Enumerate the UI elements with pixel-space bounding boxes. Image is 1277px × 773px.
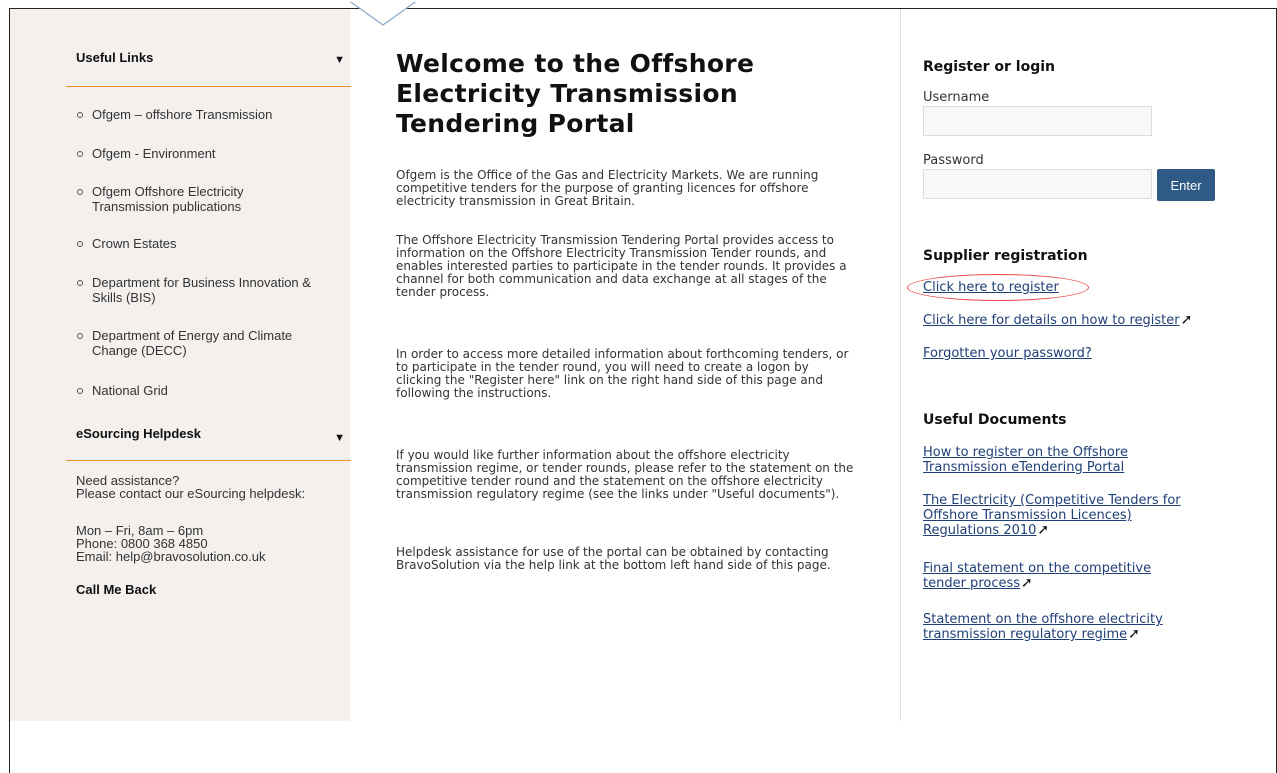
intro-paragraph-3: In order to access more detailed informa… (396, 347, 849, 400)
helpdesk-intro: Need assistance? Please contact our eSou… (76, 473, 306, 501)
password-input[interactable] (923, 169, 1152, 199)
link-ofgem-offshore[interactable]: Ofgem – offshore Transmission (76, 107, 362, 122)
link-ofgem-publications[interactable]: Ofgem Offshore Electricity Transmission p… (76, 184, 362, 214)
external-link-icon: ➚ (1180, 312, 1193, 328)
helpdesk-contact: Mon – Fri, 8am – 6pm Phone: 0800 368 485… (76, 523, 266, 564)
page-title: Welcome to the Offshore Electricity Tran… (396, 49, 755, 138)
intro-paragraph-1: Ofgem is the Office of the Gas and Elect… (396, 168, 819, 208)
column-divider (900, 9, 901, 721)
intro-paragraph-5: Helpdesk assistance for use of the porta… (396, 545, 831, 572)
helpdesk-heading[interactable]: eSourcing Helpdesk ▼ (66, 424, 351, 461)
doc-regulatory-regime-link[interactable]: Statement on the offshore electricity tr… (923, 612, 1163, 642)
doc-how-to-register-link[interactable]: How to register on the Offshore Transmis… (923, 445, 1128, 475)
link-decc[interactable]: Department of Energy and Climate Change (… (76, 328, 362, 358)
chevron-down-icon[interactable]: ▼ (334, 54, 345, 66)
login-heading: Register or login (923, 59, 1055, 75)
intro-paragraph-4: If you would like further information ab… (396, 448, 854, 501)
username-input[interactable] (923, 106, 1152, 136)
register-details-link[interactable]: Click here for details on how to registe… (923, 312, 1193, 329)
doc-final-statement-link[interactable]: Final statement on the competitive tende… (923, 561, 1151, 591)
doc-regulations-link[interactable]: The Electricity (Competitive Tenders for… (923, 493, 1181, 538)
register-link[interactable]: Click here to register (923, 280, 1059, 295)
forgot-password-link[interactable]: Forgotten your password? (923, 346, 1092, 361)
external-link-icon: ➚ (1037, 522, 1050, 538)
intro-paragraph-2: The Offshore Electricity Transmission Te… (396, 233, 847, 299)
call-me-back-link[interactable]: Call Me Back (76, 582, 156, 597)
useful-links-label: Useful Links (76, 50, 154, 65)
username-label: Username (923, 90, 990, 105)
chevron-down-icon[interactable]: ▼ (334, 432, 345, 444)
link-ofgem-environment[interactable]: Ofgem - Environment (76, 146, 362, 161)
password-label: Password (923, 153, 984, 168)
helpdesk-label: eSourcing Helpdesk (76, 426, 201, 441)
useful-links-heading[interactable]: Useful Links ▼ (66, 50, 351, 87)
tooltip-pointer (348, 0, 418, 26)
link-bis[interactable]: Department for Business Innovation & Skil… (76, 275, 362, 305)
enter-button[interactable]: Enter (1157, 169, 1215, 201)
external-link-icon: ➚ (1021, 575, 1033, 591)
link-national-grid[interactable]: National Grid (76, 383, 362, 398)
supplier-registration-heading: Supplier registration (923, 248, 1088, 264)
external-link-icon: ➚ (1128, 626, 1140, 642)
useful-documents-heading: Useful Documents (923, 412, 1067, 428)
link-crown-estates[interactable]: Crown Estates (76, 236, 362, 251)
